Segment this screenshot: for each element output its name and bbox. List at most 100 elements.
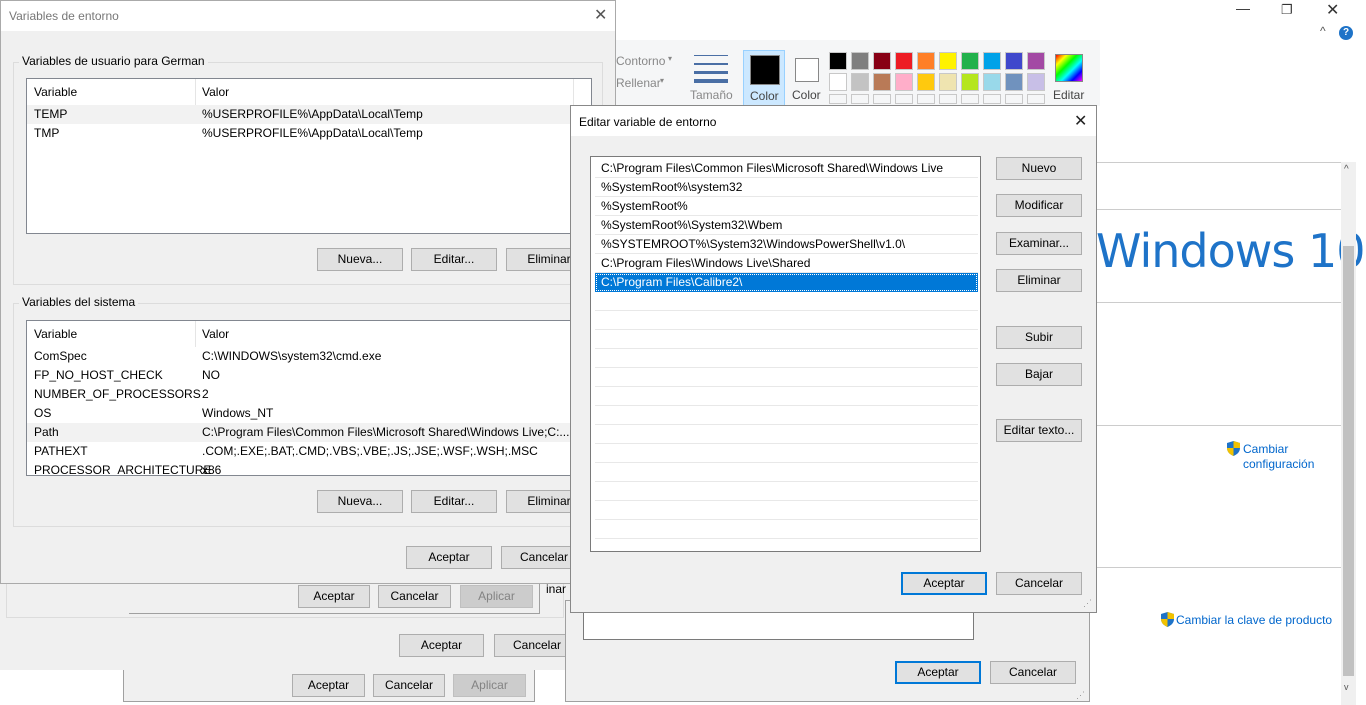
user-vars-list[interactable]: Variable Valor TEMP %USERPROFILE%\AppDat…: [26, 78, 592, 234]
bg3-ok-button[interactable]: Aceptar: [292, 674, 365, 697]
palette-swatch[interactable]: [895, 52, 913, 70]
scroll-thumb[interactable]: [1343, 246, 1354, 676]
palette-swatch-empty[interactable]: [851, 94, 869, 104]
palette-swatch[interactable]: [939, 52, 957, 70]
bg-right-ok-button[interactable]: Aceptar: [895, 661, 981, 684]
column-value[interactable]: Valor: [202, 321, 229, 347]
bg1-cancel-button[interactable]: Cancelar: [378, 585, 451, 608]
list-item[interactable]: [595, 406, 978, 425]
change-settings-link-line2[interactable]: configuración: [1243, 457, 1314, 471]
env-ok-button[interactable]: Aceptar: [406, 546, 492, 569]
palette-swatch[interactable]: [1027, 52, 1045, 70]
column-variable[interactable]: Variable: [34, 79, 77, 105]
palette-swatch[interactable]: [917, 52, 935, 70]
system-edit-button[interactable]: Editar...: [411, 490, 497, 513]
change-settings-link[interactable]: Cambiar: [1243, 442, 1288, 456]
scroll-down-icon[interactable]: v: [1344, 682, 1349, 692]
outline-dropdown[interactable]: Contorno: [616, 54, 665, 68]
resize-grip-icon[interactable]: ⋰: [1083, 598, 1092, 609]
palette-swatch[interactable]: [851, 52, 869, 70]
move-up-button[interactable]: Subir: [996, 326, 1082, 349]
table-row[interactable]: PATHEXT .COM;.EXE;.BAT;.CMD;.VBS;.VBE;.J…: [27, 442, 591, 461]
list-item[interactable]: %SystemRoot%\System32\Wbem: [595, 216, 978, 235]
edit-ok-button[interactable]: Aceptar: [901, 572, 987, 595]
bg1-ok-button[interactable]: Aceptar: [298, 585, 370, 608]
list-item[interactable]: [595, 425, 978, 444]
palette-swatch-empty[interactable]: [895, 94, 913, 104]
column-variable[interactable]: Variable: [34, 321, 77, 347]
bg3-cancel-button[interactable]: Cancelar: [373, 674, 445, 697]
user-edit-button[interactable]: Editar...: [411, 248, 497, 271]
list-item[interactable]: [595, 387, 978, 406]
palette-swatch-empty[interactable]: [1027, 94, 1045, 104]
palette-swatch-empty[interactable]: [983, 94, 1001, 104]
bg-right-textfield[interactable]: [583, 610, 974, 640]
list-item[interactable]: [595, 501, 978, 520]
list-item[interactable]: C:\Program Files\Calibre2\: [595, 273, 978, 292]
palette-swatch-empty[interactable]: [1005, 94, 1023, 104]
change-product-key-link[interactable]: Cambiar la clave de producto: [1176, 613, 1332, 627]
list-item[interactable]: [595, 349, 978, 368]
list-item[interactable]: [595, 482, 978, 501]
edit-text-button[interactable]: Editar texto...: [996, 419, 1082, 442]
fill-dropdown[interactable]: Rellenar: [616, 76, 661, 90]
restore-icon[interactable]: ❐: [1281, 2, 1293, 18]
modify-path-button[interactable]: Modificar: [996, 194, 1082, 217]
edit-cancel-button[interactable]: Cancelar: [996, 572, 1082, 595]
palette-swatch[interactable]: [873, 73, 891, 91]
table-row[interactable]: FP_NO_HOST_CHECK NO: [27, 366, 591, 385]
scroll-up-icon[interactable]: ^: [1344, 164, 1349, 175]
table-row[interactable]: ComSpec C:\WINDOWS\system32\cmd.exe: [27, 347, 591, 366]
palette-swatch[interactable]: [961, 52, 979, 70]
list-item[interactable]: C:\Program Files\Common Files\Microsoft …: [595, 159, 978, 178]
list-item[interactable]: C:\Program Files\Windows Live\Shared: [595, 254, 978, 273]
color2-button[interactable]: Color: [789, 50, 825, 106]
list-item[interactable]: [595, 368, 978, 387]
system-vars-list[interactable]: Variable Valor ComSpec C:\WINDOWS\system…: [26, 320, 592, 476]
palette-swatch[interactable]: [1027, 73, 1045, 91]
browse-path-button[interactable]: Examinar...: [996, 232, 1082, 255]
list-item[interactable]: %SYSTEMROOT%\System32\WindowsPowerShell\…: [595, 235, 978, 254]
color1-button[interactable]: Color: [743, 50, 785, 106]
palette-swatch[interactable]: [895, 73, 913, 91]
move-down-button[interactable]: Bajar: [996, 363, 1082, 386]
palette-swatch-empty[interactable]: [829, 94, 847, 104]
list-item[interactable]: [595, 444, 978, 463]
table-row[interactable]: TEMP %USERPROFILE%\AppData\Local\Temp: [27, 105, 591, 124]
system-new-button[interactable]: Nueva...: [317, 490, 403, 513]
palette-swatch-empty[interactable]: [939, 94, 957, 104]
size-lines-icon[interactable]: [694, 55, 728, 83]
vertical-scrollbar[interactable]: ^ v: [1341, 162, 1356, 705]
table-row[interactable]: NUMBER_OF_PROCESSORS 2: [27, 385, 591, 404]
path-list[interactable]: C:\Program Files\Common Files\Microsoft …: [590, 156, 981, 552]
palette-swatch[interactable]: [939, 73, 957, 91]
new-path-button[interactable]: Nuevo: [996, 157, 1082, 180]
table-row[interactable]: Path C:\Program Files\Common Files\Micro…: [27, 423, 591, 442]
palette-swatch[interactable]: [1005, 52, 1023, 70]
palette-swatch[interactable]: [851, 73, 869, 91]
bg2-ok-button[interactable]: Aceptar: [399, 634, 484, 657]
user-new-button[interactable]: Nueva...: [317, 248, 403, 271]
palette-swatch[interactable]: [1005, 73, 1023, 91]
close-icon[interactable]: ✕: [594, 5, 607, 25]
palette-swatch[interactable]: [961, 73, 979, 91]
palette-swatch[interactable]: [873, 52, 891, 70]
palette-swatch-empty[interactable]: [961, 94, 979, 104]
table-row[interactable]: TMP %USERPROFILE%\AppData\Local\Temp: [27, 124, 591, 143]
close-window-icon[interactable]: ✕: [1326, 0, 1339, 20]
resize-grip-icon[interactable]: ⋰: [1076, 690, 1085, 701]
list-item[interactable]: %SystemRoot%: [595, 197, 978, 216]
edit-colors-button[interactable]: Editar: [1050, 52, 1086, 106]
palette-swatch-empty[interactable]: [917, 94, 935, 104]
table-row[interactable]: PROCESSOR_ARCHITECTURE x86: [27, 461, 591, 475]
palette-swatch[interactable]: [983, 52, 1001, 70]
list-item[interactable]: [595, 520, 978, 539]
list-item[interactable]: [595, 292, 978, 311]
list-item[interactable]: [595, 330, 978, 349]
minimize-icon[interactable]: —: [1236, 0, 1250, 16]
table-row[interactable]: OS Windows_NT: [27, 404, 591, 423]
list-item[interactable]: %SystemRoot%\system32: [595, 178, 978, 197]
palette-swatch[interactable]: [829, 52, 847, 70]
list-item[interactable]: [595, 311, 978, 330]
list-item[interactable]: [595, 463, 978, 482]
